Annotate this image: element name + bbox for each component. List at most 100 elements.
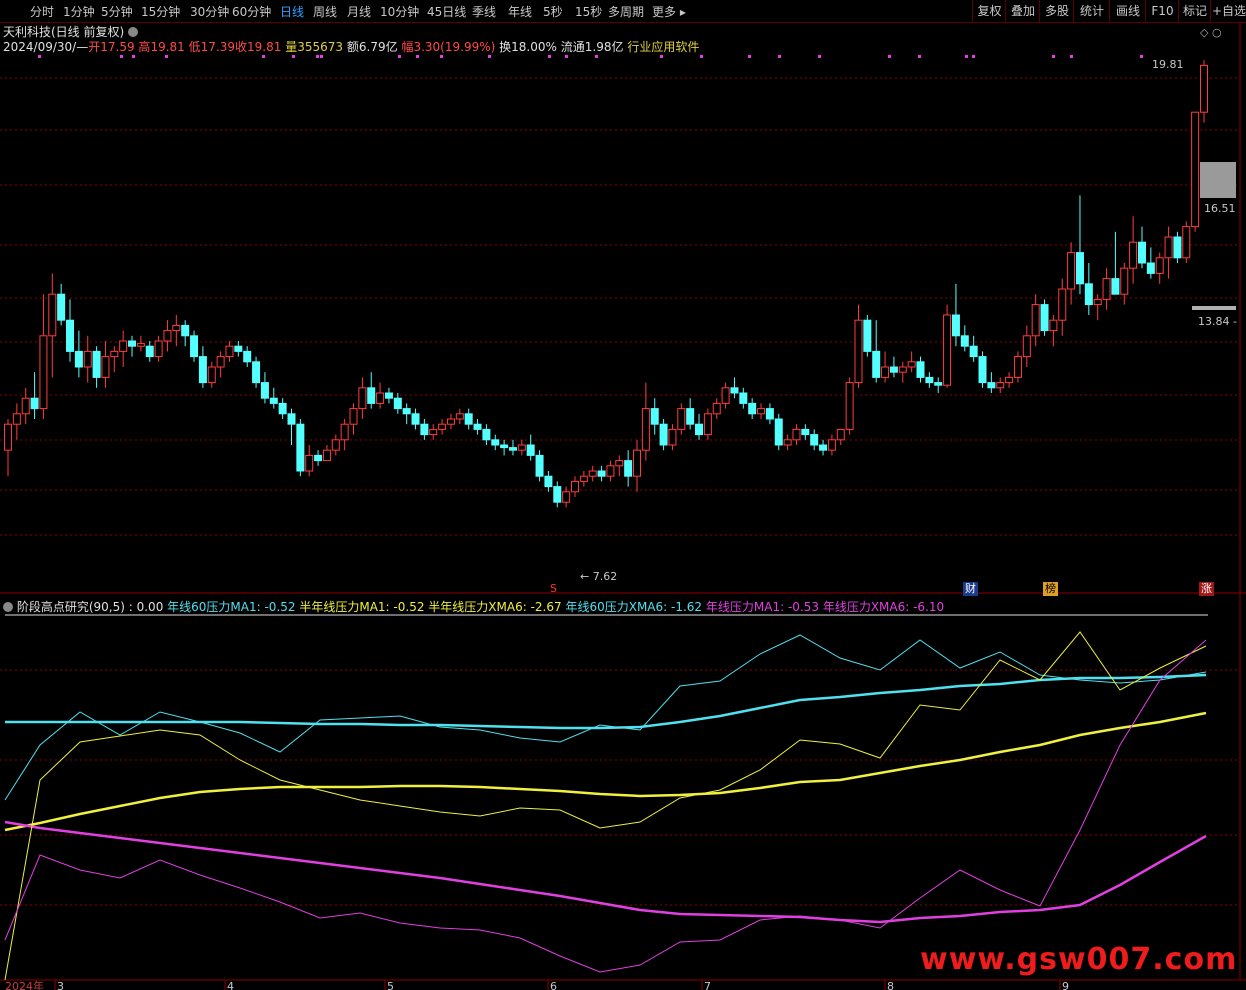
- candle-body-93: [827, 439, 836, 451]
- candle-body-110: [978, 356, 987, 384]
- legend-line-3: 半年线压力XMA6: -2.67: [428, 600, 562, 614]
- stock-title[interactable]: 天利科技(日线 前复权): [3, 25, 124, 39]
- candle-body-73: [650, 408, 659, 425]
- settings-icon[interactable]: [128, 27, 139, 37]
- period-tab-6[interactable]: 日线: [280, 3, 304, 20]
- period-tab-9[interactable]: 10分钟: [380, 3, 419, 20]
- candle-body-78: [695, 423, 704, 436]
- toolbar-button-7[interactable]: +自选: [1210, 0, 1246, 22]
- sell-signal-marker[interactable]: S: [548, 582, 559, 596]
- candle-body-89: [792, 428, 801, 441]
- toolbar-button-3[interactable]: 统计: [1073, 0, 1110, 22]
- candle-body-84: [748, 402, 757, 415]
- candle-body-14: [128, 340, 137, 347]
- candle-body-45: [402, 408, 411, 415]
- candle-body-37: [331, 439, 340, 451]
- period-tab-8[interactable]: 月线: [347, 3, 371, 20]
- period-tab-0[interactable]: 分时: [30, 3, 54, 20]
- legend-line-6: 年线压力XMA6: -6.10: [822, 600, 945, 614]
- open-value: 17.59: [100, 40, 135, 54]
- candle-body-61: [544, 475, 553, 488]
- indicator-settings-icon[interactable]: [3, 602, 13, 612]
- candle-body-11: [101, 356, 110, 378]
- candle-body-34: [305, 454, 314, 472]
- candle-body-5: [48, 293, 57, 337]
- candle-body-66: [588, 470, 597, 477]
- event-dot-2: [132, 55, 135, 58]
- candle-body-2: [21, 397, 30, 415]
- change-label: 幅: [401, 40, 414, 54]
- candle-body-24: [216, 356, 225, 368]
- candle-body-111: [987, 382, 996, 389]
- period-tab-3[interactable]: 15分钟: [141, 3, 180, 20]
- event-dot-17: [748, 55, 751, 58]
- candle-body-21: [190, 335, 199, 358]
- price-label-low: 13.84 -: [1198, 315, 1237, 328]
- event-dot-14: [595, 55, 598, 58]
- period-tab-10[interactable]: 45日线: [427, 3, 466, 20]
- toolbar-button-0[interactable]: 复权: [972, 0, 1006, 22]
- candle-body-130: [1155, 257, 1164, 274]
- period-tab-16[interactable]: 更多 ▸: [652, 3, 686, 20]
- xaxis-month-3: 6: [550, 980, 557, 990]
- candle-body-22: [198, 356, 207, 384]
- period-tab-13[interactable]: 5秒: [543, 3, 563, 20]
- toolbar-button-6[interactable]: 标记: [1178, 0, 1211, 22]
- candle-body-46: [411, 413, 420, 425]
- candle-body-3: [30, 397, 39, 410]
- event-dot-22: [965, 55, 968, 58]
- event-dot-3: [165, 55, 168, 58]
- candle-body-68: [606, 465, 615, 477]
- quote-info-row: 2024/09/30/—开17.59 高19.81 低17.39收19.81 量…: [3, 38, 699, 55]
- line-halfyear-ma: [4, 711, 1207, 832]
- period-tab-4[interactable]: 30分钟: [190, 3, 229, 20]
- toolbar-button-1[interactable]: 叠加: [1005, 0, 1040, 22]
- indicator-name[interactable]: 阶段高点研究(90,5): [17, 600, 125, 614]
- finance-marker[interactable]: 财: [963, 582, 978, 596]
- candle-body-62: [553, 486, 562, 503]
- candle-body-19: [172, 324, 181, 332]
- candle-body-129: [1146, 262, 1155, 274]
- event-dot-21: [918, 55, 921, 58]
- line-year-x: [4, 639, 1207, 973]
- event-dot-0: [38, 55, 41, 58]
- candle-body-67: [597, 470, 606, 477]
- toolbar-button-5[interactable]: F10: [1145, 0, 1179, 22]
- candle-body-114: [1013, 356, 1022, 378]
- period-tab-14[interactable]: 15秒: [575, 3, 602, 20]
- candle-body-126: [1120, 267, 1129, 295]
- toolbar-button-2[interactable]: 多股: [1039, 0, 1074, 22]
- candle-body-119: [1058, 288, 1067, 321]
- event-dot-20: [888, 55, 891, 58]
- current-price-line: [1192, 306, 1236, 310]
- rank-marker[interactable]: 榜: [1043, 582, 1058, 596]
- candle-body-107: [951, 314, 960, 337]
- candle-body-6: [57, 293, 66, 321]
- open-label: 开: [88, 40, 101, 54]
- period-tab-7[interactable]: 周线: [313, 3, 337, 20]
- candle-body-9: [83, 350, 92, 368]
- candle-body-1: [12, 413, 21, 425]
- float-value: 1.98亿: [584, 40, 624, 54]
- amount-label: 额: [346, 40, 359, 54]
- toolbar-button-4[interactable]: 画线: [1109, 0, 1146, 22]
- limit-up-marker[interactable]: 涨: [1199, 582, 1214, 596]
- candle-body-121: [1075, 252, 1084, 285]
- candle-body-134: [1191, 111, 1200, 228]
- period-tab-2[interactable]: 5分钟: [101, 3, 133, 20]
- period-tab-5[interactable]: 60分钟: [232, 3, 271, 20]
- period-tab-15[interactable]: 多周期: [608, 3, 644, 20]
- candle-body-94: [836, 428, 845, 441]
- kline-chart-canvas[interactable]: 19.81 16.51 13.84 - ← 7.62 2024年 3 4 5 6 7 8 9 ◇ ○: [0, 0, 1246, 990]
- industry-value[interactable]: 行业应用软件: [627, 40, 699, 54]
- period-tab-1[interactable]: 1分钟: [63, 3, 95, 20]
- event-dot-4: [262, 55, 265, 58]
- candle-body-40: [358, 387, 367, 410]
- candle-body-116: [1031, 304, 1040, 337]
- candle-body-15: [136, 343, 145, 347]
- candle-body-109: [969, 345, 978, 358]
- period-tab-11[interactable]: 季线: [472, 3, 496, 20]
- period-tab-12[interactable]: 年线: [508, 3, 532, 20]
- candle-body-112: [996, 382, 1005, 389]
- candle-body-55: [491, 439, 500, 446]
